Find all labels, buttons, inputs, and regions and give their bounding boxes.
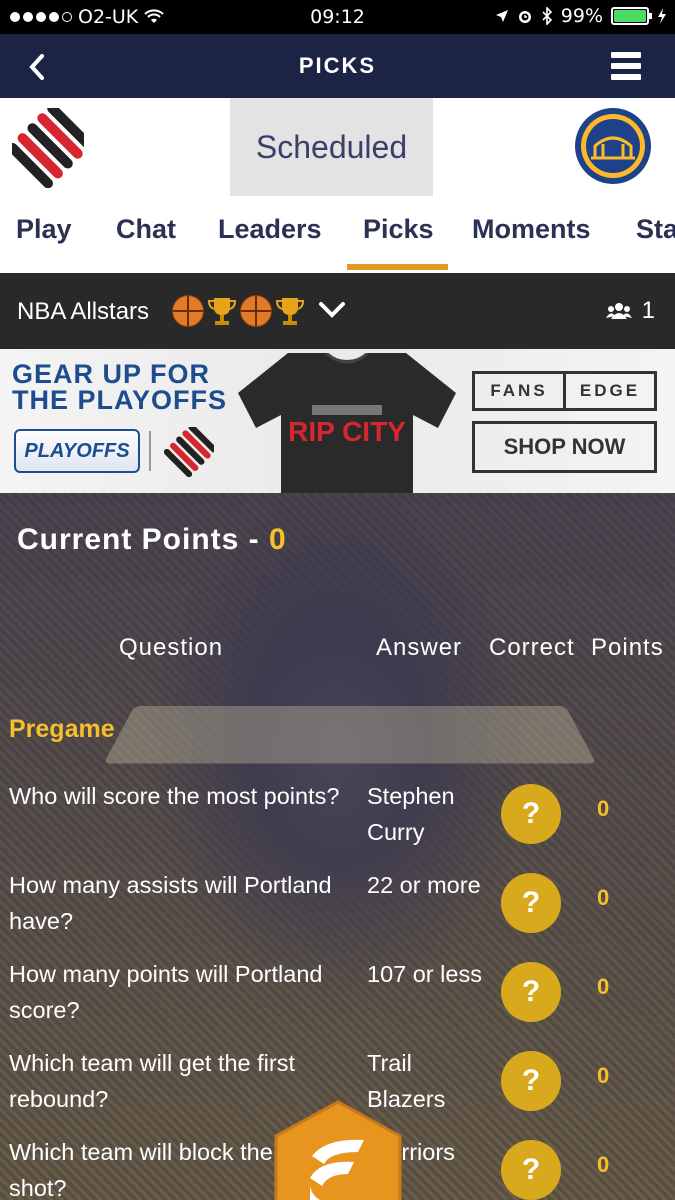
ad-banner[interactable]: GEAR UP FOR THE PLAYOFFS PLAYOFFS RIP CI… [0, 349, 675, 493]
current-points: Current Points - 0 [17, 523, 287, 557]
pick-question: How many assists will Portland have? [9, 872, 332, 934]
pick-row[interactable]: How many points will Portland score? 107… [0, 956, 675, 1045]
current-points-label: Current Points - [17, 523, 270, 556]
picks-panel: Current Points - 0 Question Answer Corre… [0, 493, 675, 1200]
ad-headline-line1: GEAR UP FOR [12, 359, 211, 389]
warriors-logo[interactable] [573, 106, 653, 186]
t-shirt-image: RIP CITY [238, 353, 456, 493]
trail-blazers-logo [164, 427, 214, 477]
member-count-value: 1 [641, 297, 655, 324]
league-name: NBA Allstars [17, 298, 150, 325]
page-title: PICKS [298, 53, 377, 78]
tab-play[interactable]: Play [16, 214, 72, 245]
pick-answer: 107 or less [367, 961, 482, 987]
game-header: Scheduled Play Chat Leaders Picks Moment… [0, 98, 675, 273]
status-icons: 99% [495, 5, 667, 27]
shop-now-button[interactable]: SHOP NOW [472, 421, 657, 473]
current-points-value: 0 [269, 523, 287, 556]
fansedge-logo: FANS EDGE [472, 371, 657, 411]
basketball-icon [240, 295, 272, 327]
ad-headline: GEAR UP FOR THE PLAYOFFS [12, 359, 228, 415]
shirt-text: RIP CITY [288, 416, 406, 447]
tab-moments[interactable]: Moments [472, 214, 591, 245]
pick-question: How many points will Portland score? [9, 961, 323, 1023]
column-header-points: Points [591, 634, 664, 661]
correct-status-icon: ? [501, 1051, 561, 1111]
playoffs-logo: PLAYOFFS [14, 429, 140, 473]
pick-answer: 22 or more [367, 872, 481, 898]
correct-status-icon: ? [501, 1140, 561, 1200]
arena-background [103, 706, 597, 764]
pick-points: 0 [597, 974, 610, 999]
tab-picks[interactable]: Picks [363, 214, 434, 245]
hamburger-menu-icon[interactable] [611, 52, 641, 80]
section-title: Pregame [9, 715, 115, 743]
correct-status-icon: ? [501, 962, 561, 1022]
column-header-answer: Answer [376, 634, 463, 661]
pick-points: 0 [597, 1152, 610, 1177]
pick-points: 0 [597, 1063, 610, 1088]
battery-percent: 99% [560, 5, 603, 27]
member-count[interactable]: 1 [605, 297, 655, 325]
tab-chat[interactable]: Chat [116, 214, 176, 245]
ad-divider [149, 431, 151, 471]
tab-leaders[interactable]: Leaders [218, 214, 322, 245]
location-arrow-icon [495, 10, 508, 22]
game-status: Scheduled [230, 98, 433, 196]
brand-left: FANS [490, 381, 548, 400]
column-header-question: Question [119, 634, 224, 661]
pick-points: 0 [597, 796, 610, 821]
pick-answer: Stephen Curry [367, 783, 455, 845]
pick-row[interactable]: How many assists will Portland have? 22 … [0, 867, 675, 956]
alarm-icon [518, 11, 531, 23]
correct-status-icon: ? [501, 784, 561, 844]
game-tabs: Play Chat Leaders Picks Moments Sta [0, 208, 675, 273]
trail-blazers-logo[interactable] [12, 108, 84, 188]
chevron-down-icon[interactable] [318, 295, 346, 323]
tab-stats[interactable]: Sta [636, 214, 675, 245]
pick-points: 0 [597, 885, 610, 910]
pick-question: Who will score the most points? [9, 783, 340, 809]
ad-headline-line2: THE PLAYOFFS [12, 385, 228, 415]
nav-bar: PICKS [0, 34, 675, 98]
app-logo-button[interactable] [268, 1098, 408, 1200]
group-icon [605, 303, 632, 319]
status-bar: O2-UK 09:12 99% [0, 0, 675, 34]
bluetooth-icon [542, 7, 552, 25]
basketball-icon [172, 295, 204, 327]
active-tab-indicator [347, 264, 448, 270]
battery-icon [611, 7, 652, 25]
column-header-correct: Correct [489, 634, 575, 661]
trophy-icon [207, 298, 237, 325]
league-selector[interactable]: NBA Allstars 1 [0, 273, 675, 349]
pick-row[interactable]: Who will score the most points? Stephen … [0, 778, 675, 867]
charging-icon [658, 8, 666, 24]
brand-right: EDGE [563, 374, 654, 408]
correct-status-icon: ? [501, 873, 561, 933]
trophy-icon [275, 298, 305, 325]
league-badges [172, 295, 306, 327]
